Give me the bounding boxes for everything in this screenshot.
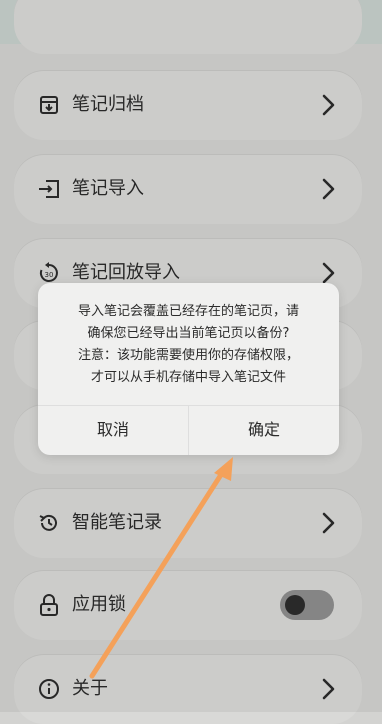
annotation-arrow <box>89 457 233 679</box>
